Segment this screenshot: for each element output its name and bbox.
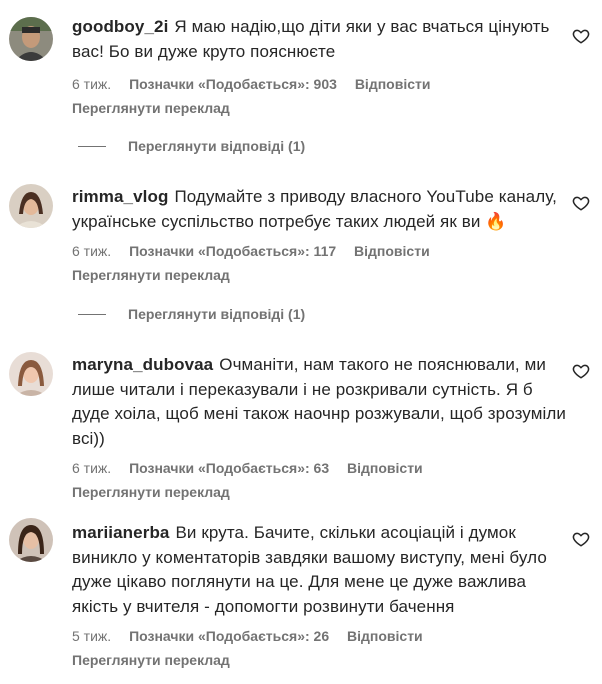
avatar[interactable] bbox=[9, 518, 53, 562]
comment-text: goodboy_2i Я маю надію,що діти яки у вас … bbox=[72, 15, 572, 64]
heart-outline-icon[interactable] bbox=[572, 27, 590, 45]
comment-meta: 6 тиж. Позначки «Подобається»: 903 Відпо… bbox=[72, 74, 572, 94]
comment-time[interactable]: 6 тиж. bbox=[72, 76, 111, 92]
comment-time[interactable]: 6 тиж. bbox=[72, 243, 111, 259]
reply-button[interactable]: Відповісти bbox=[347, 628, 423, 644]
view-replies-button[interactable]: Переглянути відповіді (1) bbox=[78, 304, 305, 324]
heart-outline-icon[interactable] bbox=[572, 530, 590, 548]
see-translation-button[interactable]: Переглянути переклад bbox=[72, 650, 572, 670]
reply-button[interactable]: Відповісти bbox=[347, 460, 423, 476]
view-replies-button[interactable]: Переглянути відповіді (1) bbox=[78, 136, 305, 156]
see-translation-button[interactable]: Переглянути переклад bbox=[72, 98, 572, 118]
reply-button[interactable]: Відповісти bbox=[355, 76, 431, 92]
comment-meta: 5 тиж. Позначки «Подобається»: 26 Відпов… bbox=[72, 626, 572, 646]
view-replies-label: Переглянути відповіді (1) bbox=[128, 306, 306, 322]
comment-time[interactable]: 5 тиж. bbox=[72, 628, 111, 644]
comment-username[interactable]: goodboy_2i bbox=[72, 17, 168, 36]
comment-meta: 6 тиж. Позначки «Подобається»: 117 Відпо… bbox=[72, 241, 572, 261]
avatar[interactable] bbox=[9, 184, 53, 228]
avatar[interactable] bbox=[9, 17, 53, 61]
heart-outline-icon[interactable] bbox=[572, 194, 590, 212]
comment-text: rimma_vlog Подумайте з приводу власного Y… bbox=[72, 185, 572, 234]
replies-divider bbox=[78, 313, 106, 315]
comment-time[interactable]: 6 тиж. bbox=[72, 460, 111, 476]
avatar[interactable] bbox=[9, 352, 53, 396]
comment-username[interactable]: mariianerba bbox=[72, 523, 169, 542]
reply-button[interactable]: Відповісти bbox=[354, 243, 430, 259]
view-replies-label: Переглянути відповіді (1) bbox=[128, 138, 306, 154]
heart-outline-icon[interactable] bbox=[572, 362, 590, 380]
comment-likes[interactable]: Позначки «Подобається»: 63 bbox=[129, 460, 329, 476]
see-translation-button[interactable]: Переглянути переклад bbox=[72, 265, 572, 285]
comment-username[interactable]: maryna_dubovaa bbox=[72, 355, 213, 374]
comment-text: mariianerba Ви крута. Бачите, скільки асо… bbox=[72, 521, 572, 619]
see-translation-button[interactable]: Переглянути переклад bbox=[72, 482, 572, 502]
comment-likes[interactable]: Позначки «Подобається»: 26 bbox=[129, 628, 329, 644]
comment-username[interactable]: rimma_vlog bbox=[72, 187, 168, 206]
comment-meta: 6 тиж. Позначки «Подобається»: 63 Відпов… bbox=[72, 458, 572, 478]
comments-feed: goodboy_2i Я маю надію,що діти яки у вас … bbox=[0, 0, 602, 684]
comment-text: maryna_dubovaa Очманіти, нам такого не по… bbox=[72, 353, 572, 451]
comment-likes[interactable]: Позначки «Подобається»: 903 bbox=[129, 76, 337, 92]
replies-divider bbox=[78, 145, 106, 147]
comment-likes[interactable]: Позначки «Подобається»: 117 bbox=[129, 243, 336, 259]
